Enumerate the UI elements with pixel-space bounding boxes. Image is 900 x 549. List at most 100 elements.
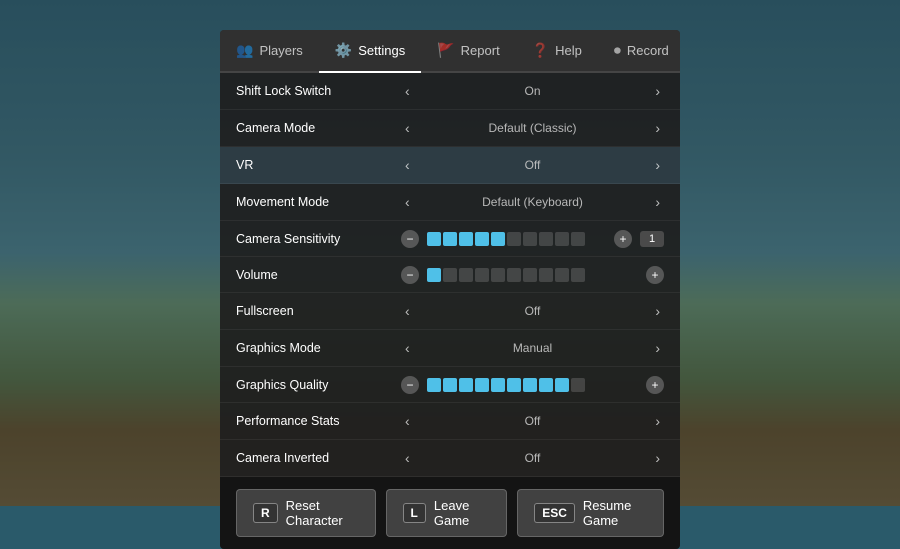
arrow-right-graphics-mode[interactable]: › [651,338,664,358]
arrow-left-movement-mode[interactable]: ‹ [401,192,414,212]
arrow-right-vr[interactable]: › [651,155,664,175]
bar-segment-6 [523,378,537,392]
bar-segment-0 [427,378,441,392]
bar-segment-7 [539,268,553,282]
slider-plus-graphics-quality[interactable]: + [646,376,664,394]
setting-row-vr: VR‹ Off › [220,147,680,184]
bar-segment-5 [507,268,521,282]
arrow-right-camera-mode[interactable]: › [651,118,664,138]
players-icon: 👥 [236,42,253,59]
settings-body: Shift Lock Switch‹On›Camera Mode‹Default… [220,73,680,477]
record-icon: ⏺ [614,42,621,59]
arrow-left-graphics-mode[interactable]: ‹ [401,338,414,358]
settings-icon: ⚙️ [335,42,352,59]
help-icon: ❓ [532,42,549,59]
reset-label: Reset Character [286,498,359,528]
bar-segment-9 [571,378,585,392]
slider-plus-volume[interactable]: + [646,266,664,284]
leave-key: L [403,503,426,523]
bar-segment-2 [459,268,473,282]
tab-help[interactable]: ❓ Help [516,30,598,71]
tab-settings[interactable]: ⚙️ Settings [319,30,421,73]
arrow-left-camera-inverted[interactable]: ‹ [401,448,414,468]
setting-control-camera-inverted: ‹ Off › [401,448,664,468]
setting-control-graphics-quality: −+ [401,376,664,394]
bar-segment-0 [427,268,441,282]
setting-control-fullscreen: ‹ Off › [401,301,664,321]
setting-value-performance-stats: Off [422,414,644,428]
slider-minus-graphics-quality[interactable]: − [401,376,419,394]
setting-label-performance-stats: Performance Stats [236,414,401,428]
leave-game-button[interactable]: L Leave Game [386,489,508,537]
bottom-buttons: R Reset Character L Leave Game ESC Resum… [220,477,680,549]
bar-segment-5 [507,232,521,246]
setting-label-movement-mode: Movement Mode [236,195,401,209]
bar-segment-9 [571,232,585,246]
bar-segment-9 [571,268,585,282]
bar-segment-3 [475,378,489,392]
reset-character-button[interactable]: R Reset Character [236,489,376,537]
setting-row-performance-stats: Performance Stats‹ Off › [220,403,680,440]
setting-value-movement-mode: Default (Keyboard) [422,195,644,209]
setting-control-vr: ‹ Off › [401,155,664,175]
setting-row-graphics-mode: Graphics Mode‹Manual› [220,330,680,367]
setting-control-graphics-mode: ‹ Manual › [401,338,664,358]
setting-label-camera-inverted: Camera Inverted [236,451,401,465]
resume-key: ESC [534,503,575,523]
reset-key: R [253,503,278,523]
setting-value-fullscreen: Off [422,304,644,318]
bar-segment-3 [475,232,489,246]
setting-row-camera-mode: Camera Mode‹Default (Classic)› [220,110,680,147]
setting-label-vr: VR [236,158,401,172]
setting-row-movement-mode: Movement Mode‹ Default (Keyboard) › [220,184,680,221]
bar-segment-4 [491,378,505,392]
arrow-left-camera-mode[interactable]: ‹ [401,118,414,138]
arrow-right-performance-stats[interactable]: › [651,411,664,431]
tab-record[interactable]: ⏺ Record [598,30,680,71]
arrow-left-vr[interactable]: ‹ [401,155,414,175]
setting-label-fullscreen: Fullscreen [236,304,401,318]
slider-minus-camera-sensitivity[interactable]: − [401,230,419,248]
bar-segment-8 [555,232,569,246]
setting-row-shift-lock: Shift Lock Switch‹On› [220,73,680,110]
bar-segment-8 [555,378,569,392]
slider-plus-camera-sensitivity[interactable]: + [614,230,632,248]
leave-label: Leave Game [434,498,490,528]
setting-label-graphics-quality: Graphics Quality [236,378,401,392]
slider-minus-volume[interactable]: − [401,266,419,284]
setting-value-vr: Off [422,158,644,172]
bar-segment-1 [443,232,457,246]
bar-segment-5 [507,378,521,392]
arrow-right-camera-inverted[interactable]: › [651,448,664,468]
arrow-left-performance-stats[interactable]: ‹ [401,411,414,431]
setting-control-performance-stats: ‹ Off › [401,411,664,431]
setting-row-camera-sensitivity: Camera Sensitivity− +1 [220,221,680,257]
bar-segment-7 [539,378,553,392]
setting-control-camera-mode: ‹Default (Classic)› [401,118,664,138]
bar-segment-7 [539,232,553,246]
bar-segment-2 [459,378,473,392]
setting-label-shift-lock: Shift Lock Switch [236,84,401,98]
slider-value-camera-sensitivity: 1 [640,231,664,247]
tab-bar: 👥 Players ⚙️ Settings 🚩 Report ❓ Help ⏺ … [220,30,680,73]
resume-label: Resume Game [583,498,647,528]
bar-segment-6 [523,268,537,282]
arrow-left-fullscreen[interactable]: ‹ [401,301,414,321]
bar-segment-1 [443,268,457,282]
setting-control-movement-mode: ‹ Default (Keyboard) › [401,192,664,212]
setting-control-camera-sensitivity: − +1 [401,230,664,248]
arrow-left-shift-lock[interactable]: ‹ [401,81,414,101]
bar-segment-0 [427,232,441,246]
resume-game-button[interactable]: ESC Resume Game [517,489,664,537]
bar-segment-4 [491,268,505,282]
arrow-right-movement-mode[interactable]: › [651,192,664,212]
setting-label-camera-sensitivity: Camera Sensitivity [236,232,401,246]
setting-label-camera-mode: Camera Mode [236,121,401,135]
tab-players[interactable]: 👥 Players [220,30,319,71]
arrow-right-shift-lock[interactable]: › [651,81,664,101]
setting-value-graphics-mode: Manual [422,341,644,355]
slider-bars-camera-sensitivity [427,232,606,246]
setting-value-camera-inverted: Off [422,451,644,465]
arrow-right-fullscreen[interactable]: › [651,301,664,321]
tab-report[interactable]: 🚩 Report [421,30,515,71]
